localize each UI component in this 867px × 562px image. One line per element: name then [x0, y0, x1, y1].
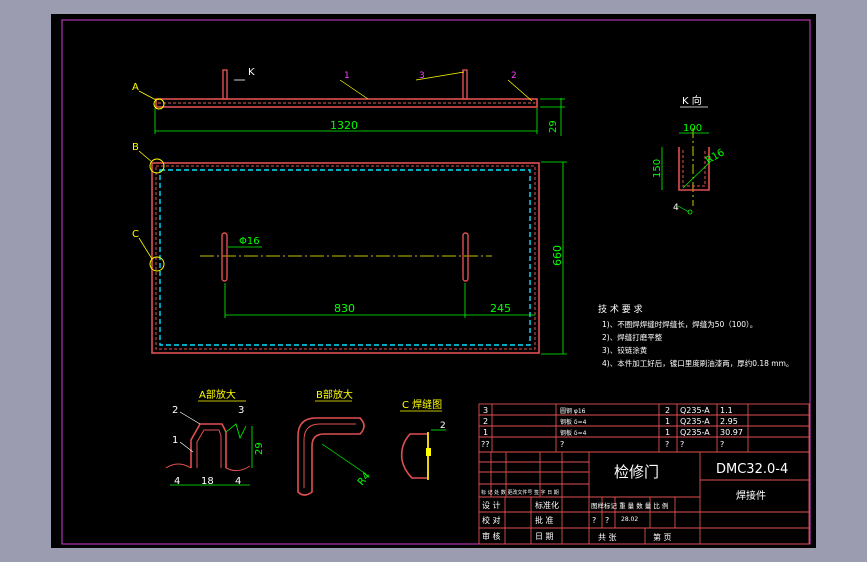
bom-row-4-name: ? [560, 440, 564, 449]
bom-row-1-wt: 1.1 [720, 406, 733, 415]
tech-line-3: 3)、铰链涂黄 [602, 345, 648, 355]
detail-a-dim-3: 3 [238, 405, 244, 416]
tech-title: 技 术 要 求 [598, 303, 643, 315]
tb-design: 设 计 [482, 500, 501, 510]
bom-row-3-name: 钢板 δ=4 [560, 429, 587, 437]
label-c: C [132, 229, 139, 240]
bom-row-2-mat: Q235-A [680, 417, 710, 426]
drawing-subtitle: 焊接件 [736, 489, 766, 502]
bom-row-4-qty: ? [665, 440, 669, 449]
tb-q2: ? [605, 516, 609, 525]
bom-row-3-mat: Q235-A [680, 428, 710, 437]
detail-a-dim-2: 2 [172, 405, 178, 416]
tb-approve: 批 准 [535, 515, 554, 525]
bom-row-1-qty: 2 [665, 406, 670, 415]
bom-row-3-wt: 30.97 [720, 428, 743, 437]
detail-a-dim-1: 1 [172, 435, 178, 446]
tb-q1: ? [592, 516, 596, 525]
bom-row-1-mat: Q235-A [680, 406, 710, 415]
dim-150-text: 150 [652, 159, 663, 178]
bom-row-3-no: 1 [483, 428, 488, 437]
k-view-title: K 向 [682, 94, 702, 107]
label-k: K [248, 67, 255, 78]
bom-row-4-mat: ? [680, 440, 684, 449]
tb-sheet: 第 页 [653, 532, 672, 542]
tech-line-4: 4)、本件加工好后，镀口里度刷油漆两，厚约0.18 mm。 [602, 358, 793, 368]
k-view-balloon-4: 4 [673, 203, 679, 213]
bom-row-3-qty: 1 [665, 428, 670, 437]
tech-line-2: 2)、焊缝打磨平整 [602, 332, 663, 342]
drawing-code: DMC32.0-4 [716, 462, 788, 477]
tb-stage-labels: 图样标记 重 量 数 量 比 例 [591, 501, 668, 510]
tb-total-sheets: 共 张 [598, 533, 617, 542]
detail-a-dim-4-left: 4 [174, 476, 180, 487]
detail-a-dim-29: 29 [254, 442, 265, 455]
bom-row-1-no: 3 [483, 406, 488, 415]
dim-830-text: 830 [334, 302, 355, 315]
dim-1320-text: 1320 [330, 119, 358, 132]
tb-scale-date: 28.02 [621, 516, 638, 523]
detail-b-title: B部放大 [316, 388, 353, 401]
tb-date: 日 期 [535, 532, 554, 541]
detail-c-dim-2: 2 [440, 421, 446, 431]
bom-row-2-no: 2 [483, 417, 488, 426]
bom-row-2-name: 钢板 δ=4 [560, 418, 587, 426]
tech-line-1: 1)、不圈焊焊缝时焊缝长，焊缝为50（100）。 [602, 319, 757, 329]
label-b: B [132, 142, 139, 153]
drawing-background [51, 14, 816, 548]
dim-29-text: 29 [548, 120, 559, 133]
bom-row-1-name: 圆钢 φ16 [560, 407, 586, 415]
detail-c-weld [426, 448, 431, 456]
tb-standard: 标准化 [535, 500, 559, 510]
tb-check: 校 对 [482, 515, 501, 525]
dim-hole-text: Φ16 [239, 236, 260, 247]
bom-row-4-no: ?? [481, 440, 490, 449]
detail-a-title: A部放大 [199, 388, 236, 401]
dim-100-text: 100 [683, 123, 702, 134]
tb-header-row: 标 记 处 数 更改文件号 签 字 日 期 [481, 489, 559, 496]
drawing-title: 检修门 [614, 463, 659, 481]
dim-660-text: 660 [551, 245, 564, 266]
detail-a-dim-18: 18 [201, 476, 214, 487]
detail-c-title: C 焊缝图 [402, 398, 442, 411]
balloon-1: 1 [344, 71, 350, 81]
dim-245-text: 245 [490, 302, 511, 315]
tb-review: 审 核 [482, 531, 501, 541]
bom-row-2-qty: 1 [665, 417, 670, 426]
cad-drawing-canvas: A K 1 3 2 1320 29 B C Φ16 830 245 660 K … [51, 14, 816, 548]
label-a: A [132, 82, 139, 93]
bom-row-4-wt: ? [720, 440, 724, 449]
balloon-2: 2 [511, 71, 517, 81]
detail-a-dim-4-right: 4 [235, 476, 241, 487]
bom-row-2-wt: 2.95 [720, 417, 738, 426]
